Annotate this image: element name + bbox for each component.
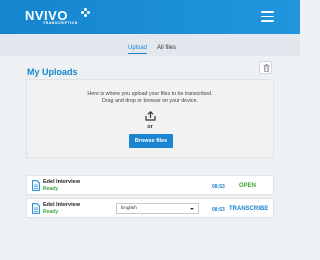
hamburger-menu-icon[interactable]: [261, 11, 274, 22]
app-header: NVIVO TRANSCRIPTION: [0, 0, 300, 34]
logo-dots-icon: [81, 8, 90, 17]
file-duration: 08:53: [212, 207, 225, 213]
browse-files-button[interactable]: Browse files: [129, 134, 173, 148]
chevron-down-icon: [190, 208, 194, 210]
open-button[interactable]: OPEN: [239, 183, 256, 189]
file-row: Edel Interview Ready English 08:53 TRANS…: [26, 198, 274, 218]
file-status: Ready: [43, 186, 59, 192]
upload-instructions: Here is where you upload your files to b…: [87, 91, 213, 97]
tab-strip: [0, 34, 300, 56]
nvivo-logo[interactable]: NVIVO TRANSCRIPTION: [25, 7, 90, 25]
transcribe-button[interactable]: TRANSCRIBE: [229, 206, 268, 212]
document-icon: [32, 203, 40, 214]
page-title: My Uploads: [27, 67, 78, 77]
file-name: Edel Interview: [43, 179, 80, 185]
file-name: Edel Interview: [43, 202, 80, 208]
trash-icon: [263, 64, 269, 72]
tab-all-files[interactable]: All files: [157, 45, 176, 51]
or-separator: or: [147, 124, 153, 130]
logo-subtitle: TRANSCRIPTION: [43, 21, 78, 25]
tab-upload[interactable]: Upload: [128, 45, 148, 54]
document-icon: [32, 180, 40, 191]
delete-button[interactable]: [259, 61, 272, 74]
language-select[interactable]: English: [116, 203, 199, 214]
upload-icon: [145, 111, 156, 121]
file-status: Ready: [43, 209, 59, 215]
upload-dropzone[interactable]: Here is where you upload your files to b…: [26, 79, 274, 158]
language-select-value: English: [121, 206, 137, 211]
file-duration: 08:53: [212, 184, 225, 190]
upload-drag-hint: Drag and drop or browse on your device.: [102, 98, 198, 104]
file-row: Edel Interview Ready 08:53 OPEN: [26, 175, 274, 195]
